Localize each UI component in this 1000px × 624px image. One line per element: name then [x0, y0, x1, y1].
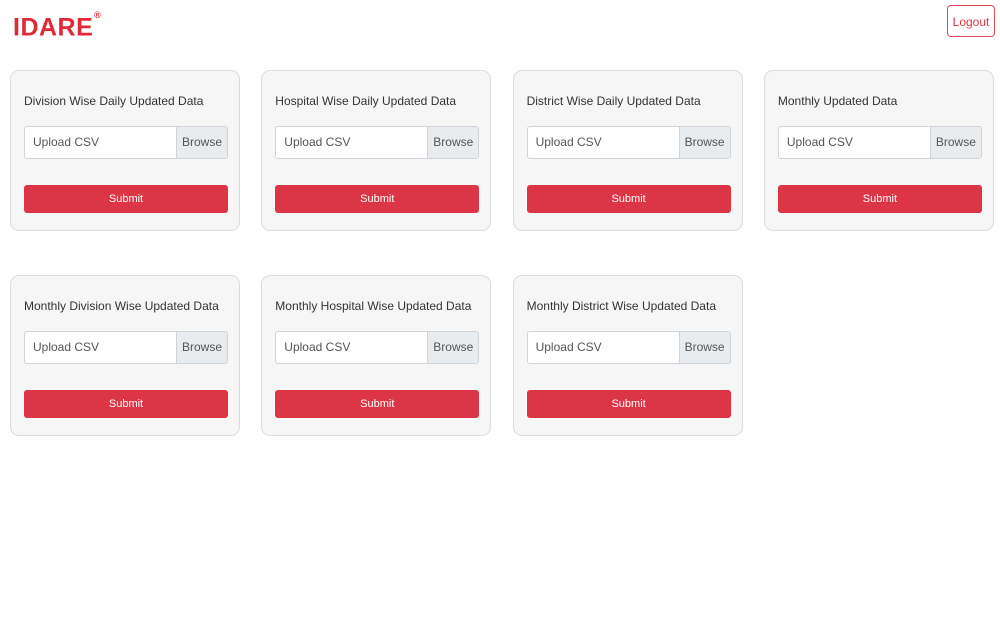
submit-button[interactable]: Submit	[275, 390, 480, 418]
registered-mark: ®	[94, 10, 102, 20]
csv-upload-field[interactable]: Upload CSV Browse	[526, 331, 731, 364]
browse-button[interactable]: Browse	[427, 332, 479, 363]
browse-button[interactable]: Browse	[176, 127, 227, 158]
browse-button[interactable]: Browse	[678, 332, 730, 363]
upload-placeholder[interactable]: Upload CSV	[528, 332, 679, 363]
browse-button[interactable]: Browse	[929, 127, 981, 158]
csv-upload-field[interactable]: Upload CSV Browse	[526, 126, 731, 159]
card-title: Monthly District Wise Updated Data	[526, 299, 716, 313]
header: IDARE® Logout	[0, 0, 1000, 50]
submit-button[interactable]: Submit	[526, 390, 731, 418]
upload-placeholder[interactable]: Upload CSV	[779, 127, 930, 158]
upload-card: District Wise Daily Updated Data Upload …	[512, 70, 743, 231]
upload-placeholder[interactable]: Upload CSV	[25, 332, 176, 363]
submit-button[interactable]: Submit	[275, 185, 480, 213]
upload-card: Monthly Hospital Wise Updated Data Uploa…	[261, 275, 492, 436]
upload-placeholder[interactable]: Upload CSV	[528, 127, 679, 158]
upload-card: Hospital Wise Daily Updated Data Upload …	[261, 70, 492, 231]
upload-placeholder[interactable]: Upload CSV	[276, 332, 427, 363]
logo-text: IDARE	[13, 13, 94, 42]
csv-upload-field[interactable]: Upload CSV Browse	[275, 331, 480, 364]
upload-card: Monthly District Wise Updated Data Uploa…	[512, 275, 743, 436]
upload-card: Monthly Updated Data Upload CSV Browse S…	[763, 70, 994, 231]
browse-button[interactable]: Browse	[176, 332, 227, 363]
logout-button[interactable]: Logout	[947, 5, 995, 37]
browse-button[interactable]: Browse	[427, 127, 479, 158]
csv-upload-field[interactable]: Upload CSV Browse	[24, 126, 228, 159]
browse-button[interactable]: Browse	[678, 127, 730, 158]
csv-upload-field[interactable]: Upload CSV Browse	[275, 126, 480, 159]
csv-upload-field[interactable]: Upload CSV Browse	[24, 331, 228, 364]
csv-upload-field[interactable]: Upload CSV Browse	[777, 126, 982, 159]
upload-cards-grid: Division Wise Daily Updated Data Upload …	[10, 70, 996, 436]
card-title: Monthly Hospital Wise Updated Data	[275, 299, 472, 313]
upload-placeholder[interactable]: Upload CSV	[276, 127, 427, 158]
submit-button[interactable]: Submit	[24, 185, 228, 213]
submit-button[interactable]: Submit	[526, 185, 731, 213]
card-title: Monthly Updated Data	[777, 94, 898, 108]
submit-button[interactable]: Submit	[24, 390, 228, 418]
submit-button[interactable]: Submit	[777, 185, 982, 213]
card-title: Monthly Division Wise Updated Data	[24, 299, 219, 313]
card-title: Division Wise Daily Updated Data	[24, 94, 204, 108]
card-title: District Wise Daily Updated Data	[526, 94, 701, 108]
upload-card: Monthly Division Wise Updated Data Uploa…	[10, 275, 240, 436]
upload-card: Division Wise Daily Updated Data Upload …	[10, 70, 240, 231]
upload-placeholder[interactable]: Upload CSV	[25, 127, 176, 158]
card-title: Hospital Wise Daily Updated Data	[275, 94, 457, 108]
logo[interactable]: IDARE®	[13, 9, 101, 41]
